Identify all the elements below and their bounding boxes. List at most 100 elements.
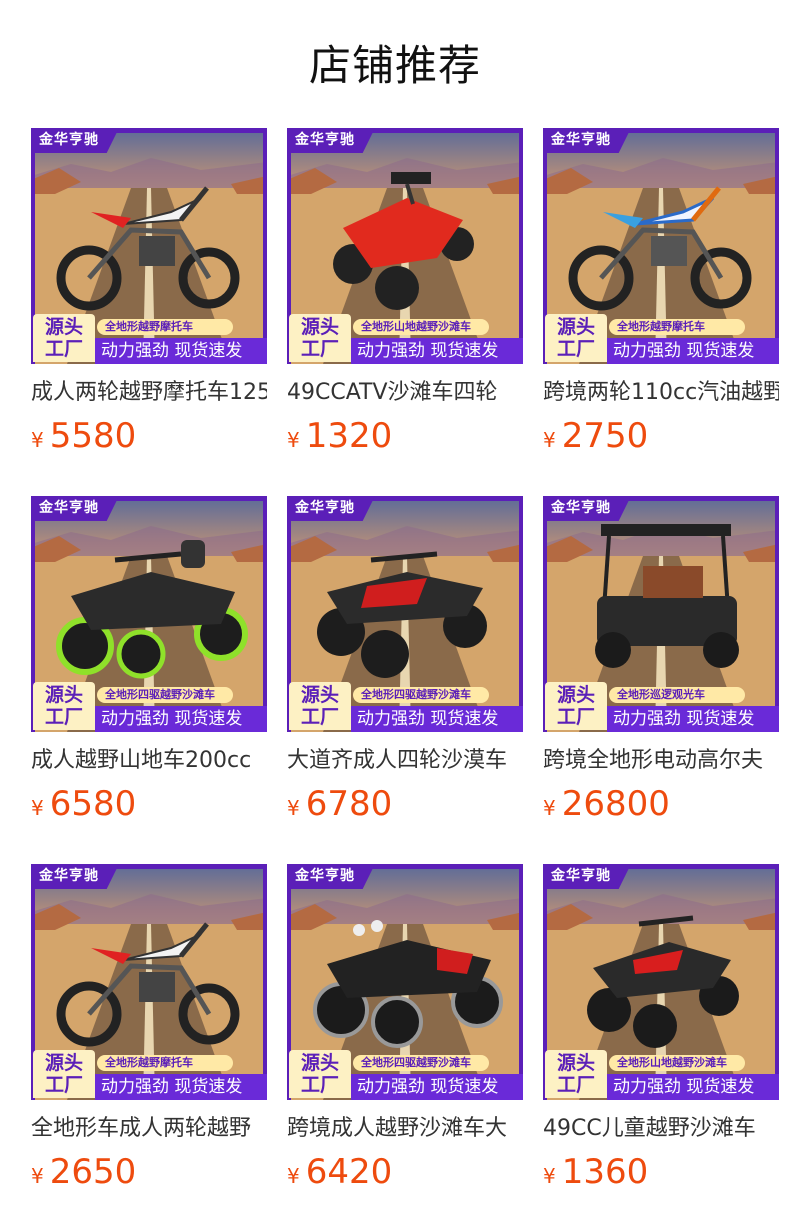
product-name[interactable]: 成人两轮越野摩托车125cc <box>31 378 267 408</box>
factory-badge: 源头 工厂 <box>33 1050 95 1098</box>
slogan-banner: 动力强劲 现货速发 <box>607 338 779 364</box>
product-image[interactable]: 金华亨驰 源头 工厂 全地形山地越野沙滩车 动力强劲 现货速发 <box>543 864 779 1100</box>
product-image[interactable]: 金华亨驰 源头 工厂 全地形越野摩托车 动力强劲 现货速发 <box>31 128 267 364</box>
brand-tag: 金华亨驰 <box>543 128 631 153</box>
product-price: ¥1320 <box>287 416 392 456</box>
brand-tag: 金华亨驰 <box>31 128 119 153</box>
frame-right <box>775 864 779 1100</box>
feature-label: 全地形巡逻观光车 <box>609 687 745 703</box>
badge-line-2: 工厂 <box>556 1074 595 1096</box>
brand-tag: 金华亨驰 <box>31 864 119 889</box>
product-price: ¥26800 <box>543 784 670 824</box>
price-value: 6780 <box>305 784 393 824</box>
brand-tag: 金华亨驰 <box>287 128 375 153</box>
product-image[interactable]: 金华亨驰 源头 工厂 全地形越野摩托车 动力强劲 现货速发 <box>31 864 267 1100</box>
product-image[interactable]: 金华亨驰 源头 工厂 全地形巡逻观光车 动力强劲 现货速发 <box>543 496 779 732</box>
badge-line-2: 工厂 <box>44 338 83 360</box>
frame-right <box>519 496 523 732</box>
product-name[interactable]: 跨境全地形电动高尔夫 <box>543 746 779 776</box>
price-value: 5580 <box>49 416 137 456</box>
price-value: 1360 <box>561 1152 649 1192</box>
product-name[interactable]: 大道齐成人四轮沙漠车 <box>287 746 523 776</box>
badge-line-2: 工厂 <box>556 706 595 728</box>
product-name[interactable]: 全地形车成人两轮越野 <box>31 1114 267 1144</box>
frame-right <box>263 496 267 732</box>
badge-line-1: 源头 <box>300 1052 339 1074</box>
product-name[interactable]: 跨境成人越野沙滩车大 <box>287 1114 523 1144</box>
product-card[interactable]: 金华亨驰 源头 工厂 全地形四驱越野沙滩车 动力强劲 现货速发 大道齐成人四轮沙… <box>287 496 523 826</box>
factory-badge: 源头 工厂 <box>289 1050 351 1098</box>
badge-line-1: 源头 <box>44 684 83 706</box>
badge-line-2: 工厂 <box>44 706 83 728</box>
currency-symbol: ¥ <box>543 428 556 452</box>
frame-right <box>263 864 267 1100</box>
page-title: 店铺推荐 <box>308 41 481 90</box>
product-name[interactable]: 成人越野山地车200cc <box>31 746 267 776</box>
price-value: 6580 <box>49 784 137 824</box>
brand-tag: 金华亨驰 <box>543 496 631 521</box>
frame-right <box>519 864 523 1100</box>
currency-symbol: ¥ <box>287 796 300 820</box>
slogan-banner: 动力强劲 现货速发 <box>351 706 523 732</box>
factory-badge: 源头 工厂 <box>545 314 607 362</box>
product-image[interactable]: 金华亨驰 源头 工厂 全地形山地越野沙滩车 动力强劲 现货速发 <box>287 128 523 364</box>
brand-tag: 金华亨驰 <box>31 496 119 521</box>
badge-line-1: 源头 <box>300 684 339 706</box>
price-value: 26800 <box>561 784 670 824</box>
price-value: 6420 <box>305 1152 393 1192</box>
product-grid: 金华亨驰 源头 工厂 全地形越野摩托车 动力强劲 现货速发 成人两轮越野摩托车1… <box>31 128 790 1228</box>
product-price: ¥5580 <box>31 416 136 456</box>
product-name[interactable]: 49CC儿童越野沙滩车 <box>543 1114 779 1144</box>
badge-line-1: 源头 <box>44 1052 83 1074</box>
product-card[interactable]: 金华亨驰 源头 工厂 全地形巡逻观光车 动力强劲 现货速发 跨境全地形电动高尔夫… <box>543 496 779 826</box>
product-image[interactable]: 金华亨驰 源头 工厂 全地形四驱越野沙滩车 动力强劲 现货速发 <box>31 496 267 732</box>
feature-label: 全地形山地越野沙滩车 <box>353 319 489 335</box>
badge-line-1: 源头 <box>300 316 339 338</box>
slogan-banner: 动力强劲 现货速发 <box>607 706 779 732</box>
product-image[interactable]: 金华亨驰 源头 工厂 全地形越野摩托车 动力强劲 现货速发 <box>543 128 779 364</box>
product-card[interactable]: 金华亨驰 源头 工厂 全地形越野摩托车 动力强劲 现货速发 跨境两轮110cc汽… <box>543 128 779 458</box>
price-value: 1320 <box>305 416 393 456</box>
brand-tag: 金华亨驰 <box>287 864 375 889</box>
feature-label: 全地形山地越野沙滩车 <box>609 1055 745 1071</box>
currency-symbol: ¥ <box>287 428 300 452</box>
frame-right <box>263 128 267 364</box>
badge-line-2: 工厂 <box>556 338 595 360</box>
product-image[interactable]: 金华亨驰 源头 工厂 全地形四驱越野沙滩车 动力强劲 现货速发 <box>287 864 523 1100</box>
factory-badge: 源头 工厂 <box>545 1050 607 1098</box>
slogan-banner: 动力强劲 现货速发 <box>607 1074 779 1100</box>
badge-line-2: 工厂 <box>300 706 339 728</box>
slogan-banner: 动力强劲 现货速发 <box>351 1074 523 1100</box>
product-card[interactable]: 金华亨驰 源头 工厂 全地形越野摩托车 动力强劲 现货速发 全地形车成人两轮越野… <box>31 864 267 1194</box>
frame-right <box>775 128 779 364</box>
slogan-banner: 动力强劲 现货速发 <box>95 338 267 364</box>
product-price: ¥6420 <box>287 1152 392 1192</box>
product-card[interactable]: 金华亨驰 源头 工厂 全地形四驱越野沙滩车 动力强劲 现货速发 成人越野山地车2… <box>31 496 267 826</box>
currency-symbol: ¥ <box>543 1164 556 1188</box>
currency-symbol: ¥ <box>31 1164 44 1188</box>
currency-symbol: ¥ <box>31 796 44 820</box>
price-value: 2750 <box>561 416 649 456</box>
product-card[interactable]: 金华亨驰 源头 工厂 全地形四驱越野沙滩车 动力强劲 现货速发 跨境成人越野沙滩… <box>287 864 523 1194</box>
frame-right <box>519 128 523 364</box>
product-price: ¥2650 <box>31 1152 136 1192</box>
frame-right <box>775 496 779 732</box>
slogan-banner: 动力强劲 现货速发 <box>95 706 267 732</box>
badge-line-1: 源头 <box>556 684 595 706</box>
product-card[interactable]: 金华亨驰 源头 工厂 全地形山地越野沙滩车 动力强劲 现货速发 49CCATV沙… <box>287 128 523 458</box>
product-price: ¥1360 <box>543 1152 648 1192</box>
product-card[interactable]: 金华亨驰 源头 工厂 全地形越野摩托车 动力强劲 现货速发 成人两轮越野摩托车1… <box>31 128 267 458</box>
product-price: ¥6580 <box>31 784 136 824</box>
factory-badge: 源头 工厂 <box>289 682 351 730</box>
product-card[interactable]: 金华亨驰 源头 工厂 全地形山地越野沙滩车 动力强劲 现货速发 49CC儿童越野… <box>543 864 779 1194</box>
feature-label: 全地形四驱越野沙滩车 <box>353 687 489 703</box>
currency-symbol: ¥ <box>287 1164 300 1188</box>
product-image[interactable]: 金华亨驰 源头 工厂 全地形四驱越野沙滩车 动力强劲 现货速发 <box>287 496 523 732</box>
slogan-banner: 动力强劲 现货速发 <box>351 338 523 364</box>
currency-symbol: ¥ <box>543 796 556 820</box>
badge-line-1: 源头 <box>556 316 595 338</box>
product-name[interactable]: 49CCATV沙滩车四轮 <box>287 378 523 408</box>
currency-symbol: ¥ <box>31 428 44 452</box>
product-name[interactable]: 跨境两轮110cc汽油越野 <box>543 378 779 408</box>
feature-label: 全地形四驱越野沙滩车 <box>97 687 233 703</box>
